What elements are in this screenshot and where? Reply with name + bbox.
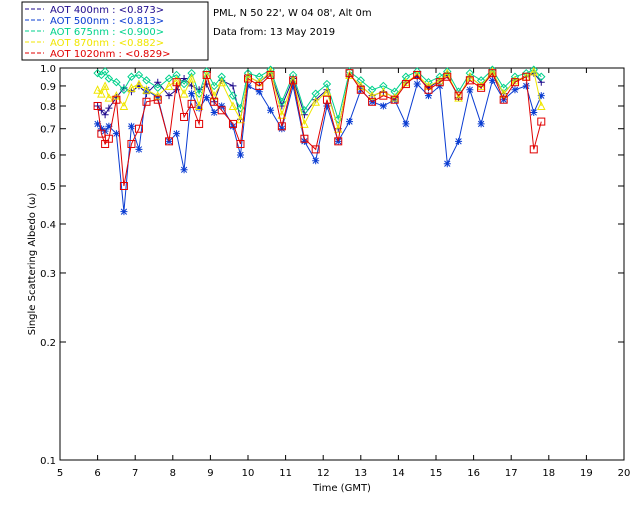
- data-point: [466, 86, 474, 94]
- date-label: Data from: 13 May 2019: [213, 27, 335, 38]
- x-tick-label: 18: [542, 468, 555, 479]
- y-tick-label: 0.7: [40, 125, 56, 136]
- data-point: [413, 80, 421, 88]
- data-point: [511, 86, 519, 94]
- data-point: [120, 208, 128, 216]
- x-tick-label: 9: [207, 468, 213, 479]
- y-tick-label: 0.5: [40, 182, 56, 193]
- x-axis-title: Time (GMT): [312, 483, 371, 494]
- y-tick-label: 0.8: [40, 102, 56, 113]
- x-tick-label: 12: [317, 468, 330, 479]
- y-tick-label: 0.1: [40, 456, 56, 467]
- data-point: [135, 145, 143, 153]
- y-tick-label: 0.2: [40, 338, 56, 349]
- data-point: [105, 104, 113, 112]
- x-tick-label: 16: [467, 468, 480, 479]
- legend-entry: AOT 1020nm : <0.829>: [50, 49, 170, 60]
- data-point: [379, 102, 387, 110]
- x-tick-label: 10: [242, 468, 255, 479]
- y-axis-title: Single Scattering Albedo (ω): [27, 193, 38, 336]
- x-tick-label: 20: [618, 468, 631, 479]
- data-point: [522, 82, 530, 90]
- y-axis: 0.1 0.2 0.3 0.4 0.5 0.6 0.7 0.8 0.9 1.0: [40, 64, 624, 467]
- data-point: [312, 157, 320, 165]
- x-tick-label: 14: [392, 468, 405, 479]
- data-point: [477, 120, 485, 128]
- series-line: [97, 72, 542, 129]
- x-tick-label: 6: [94, 468, 100, 479]
- data-point: [537, 117, 546, 126]
- data-point: [402, 120, 410, 128]
- data-point: [210, 108, 218, 116]
- x-tick-label: 7: [132, 468, 138, 479]
- data-point: [455, 137, 463, 145]
- data-point: [218, 102, 226, 110]
- data-point: [188, 90, 196, 98]
- data-point: [203, 94, 211, 102]
- legend: AOT 400nm : <0.873>AOT 500nm : <0.813>AO…: [21, 1, 209, 61]
- data-point: [530, 108, 538, 116]
- data-point: [173, 130, 181, 138]
- x-tick-label: 5: [57, 468, 63, 479]
- data-point: [267, 106, 275, 114]
- x-tick-label: 11: [279, 468, 292, 479]
- data-point: [229, 82, 237, 90]
- x-tick-label: 17: [505, 468, 518, 479]
- legend-entry: AOT 870nm : <0.882>: [50, 38, 164, 49]
- x-tick-label: 8: [170, 468, 176, 479]
- x-tick-label: 19: [580, 468, 593, 479]
- series-line: [97, 70, 542, 129]
- series-layer: [93, 65, 546, 216]
- data-point: [127, 122, 135, 130]
- y-tick-label: 0.9: [40, 82, 56, 93]
- x-tick-label: 13: [354, 468, 367, 479]
- y-tick-label: 1.0: [40, 64, 56, 75]
- y-tick-label: 0.4: [40, 220, 56, 231]
- legend-entry: AOT 400nm : <0.873>: [50, 5, 164, 16]
- data-point: [443, 160, 451, 168]
- data-point: [346, 118, 354, 126]
- chart-figure: AOT 400nm : <0.873>AOT 500nm : <0.813>AO…: [21, 1, 631, 494]
- site-label: PML, N 50 22', W 04 08', Alt 0m: [213, 8, 372, 19]
- data-point: [236, 151, 244, 159]
- data-point: [180, 166, 188, 174]
- legend-entry: AOT 675nm : <0.900>: [50, 27, 164, 38]
- x-tick-label: 15: [430, 468, 443, 479]
- y-tick-label: 0.6: [40, 151, 56, 162]
- legend-entry: AOT 500nm : <0.813>: [50, 16, 164, 27]
- y-tick-label: 0.3: [40, 269, 56, 280]
- series-line: [97, 68, 542, 122]
